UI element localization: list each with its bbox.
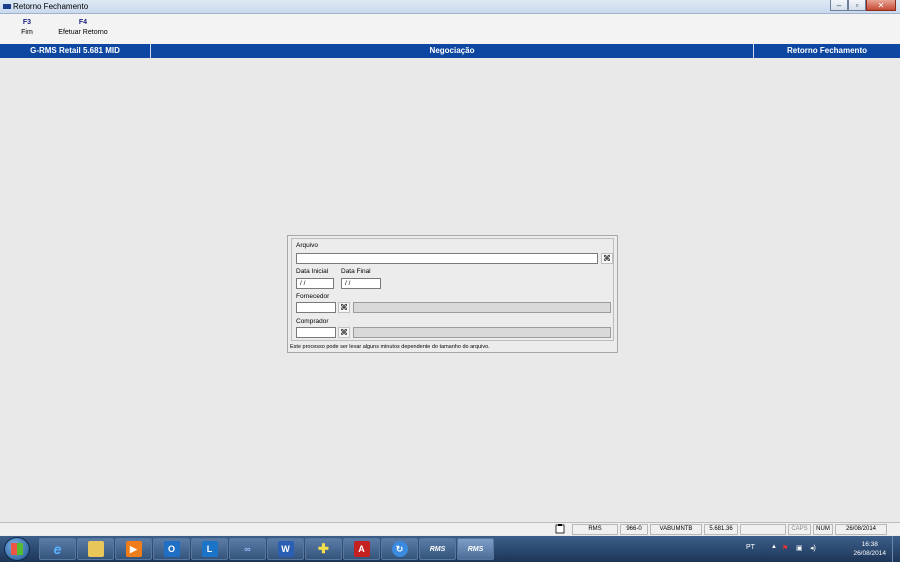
status-bar: RMS 966-0 VABUMNTB 5.681.36 CAPS NUM 26/…	[0, 522, 900, 535]
taskbar-rms-1[interactable]: RMS	[419, 538, 456, 560]
rms-icon: RMS	[467, 545, 484, 553]
app-icon	[3, 4, 11, 9]
fornecedor-label: Fornecedor	[296, 293, 330, 300]
action-center-flag-icon[interactable]: ⚑	[782, 544, 788, 552]
f3-key: F3	[22, 19, 32, 26]
taskbar-rms-2[interactable]: RMS	[457, 538, 494, 560]
arquivo-browse-binoculars-icon[interactable]: ⌘	[601, 253, 613, 264]
network-icon[interactable]: ▣	[796, 544, 803, 552]
close-button[interactable]: ✕	[866, 0, 896, 11]
arquivo-input[interactable]	[296, 253, 598, 264]
status-system: RMS	[572, 524, 618, 535]
restore-button[interactable]: ▫	[848, 0, 866, 11]
comprador-code-input[interactable]	[296, 327, 336, 338]
plus-app-icon: ✚	[318, 541, 329, 556]
taskbar-media-player[interactable]: ▶	[115, 538, 152, 560]
screen-name: Retorno Fechamento	[786, 46, 867, 55]
taskbar-skype[interactable]: ∞	[229, 538, 266, 560]
status-num: NUM	[813, 524, 833, 535]
taskbar-app-plus[interactable]: ✚	[305, 538, 342, 560]
language-indicator[interactable]: PT	[746, 544, 755, 551]
rms-icon: RMS	[429, 545, 446, 553]
status-code: 966-0	[620, 524, 648, 535]
system-tray: PT ▲ ⚑ ▣ ◂) 16:38 26/08/2014	[740, 536, 900, 562]
comprador-name-field	[353, 327, 611, 338]
window-title: Retorno Fechamento	[13, 2, 89, 11]
status-caps: CAPS	[788, 524, 811, 535]
start-button[interactable]	[4, 537, 30, 561]
comprador-search-binoculars-icon[interactable]: ⌘	[338, 327, 350, 338]
taskbar-internet-explorer[interactable]: e	[39, 538, 76, 560]
f4-efetuar-retorno-button[interactable]: F4 Efetuar Retorno	[55, 19, 111, 36]
taskbar-lync[interactable]: L	[191, 538, 228, 560]
taskbar-file-explorer[interactable]	[77, 538, 114, 560]
outlook-icon: O	[163, 541, 180, 557]
status-version: 5.681.36	[704, 524, 738, 535]
windows-taskbar: e ▶ O L ∞ W ✚ A ↻ RMS RMS PT ▲ ⚑ ▣ ◂) 16…	[0, 536, 900, 562]
f3-label: Fim	[21, 29, 33, 36]
f3-fim-button[interactable]: F3 Fim	[19, 19, 35, 36]
folder-icon	[87, 541, 104, 557]
show-hidden-icons-icon[interactable]: ▲	[771, 544, 777, 550]
clipboard-icon[interactable]	[553, 524, 567, 535]
clock[interactable]: 16:38 26/08/2014	[853, 540, 886, 558]
f4-key: F4	[78, 19, 88, 26]
show-desktop-button[interactable]	[892, 536, 900, 562]
window-title-bar[interactable]: Retorno Fechamento – ▫ ✕	[0, 0, 900, 14]
system-version: G-RMS Retail 5.681 MID	[30, 46, 120, 55]
clock-time: 16:38	[861, 541, 878, 548]
internet-explorer-icon: e	[53, 541, 62, 557]
window-controls: – ▫ ✕	[830, 0, 896, 12]
acrobat-icon: A	[353, 541, 370, 557]
comprador-label: Comprador	[296, 318, 329, 325]
taskbar-outlook[interactable]: O	[153, 538, 190, 560]
meeting-icon: ∞	[244, 544, 251, 554]
status-date: 26/08/2014	[835, 524, 887, 535]
globe-arrow-icon: ↻	[391, 541, 408, 557]
fornecedor-code-input[interactable]	[296, 302, 336, 313]
taskbar-ie-arrow[interactable]: ↻	[381, 538, 418, 560]
arquivo-label: Arquivo	[296, 242, 319, 249]
status-empty	[740, 524, 786, 535]
minimize-button[interactable]: –	[830, 0, 848, 11]
volume-icon[interactable]: ◂)	[810, 544, 816, 552]
module-name: Negociação	[429, 46, 475, 55]
data-inicial-label: Data Inicial	[296, 268, 329, 275]
data-final-input[interactable]: / /	[341, 278, 381, 289]
fornecedor-search-binoculars-icon[interactable]: ⌘	[338, 302, 350, 313]
data-final-label: Data Final	[341, 268, 371, 275]
form-group: Arquivo ⌘ Data Inicial Data Final / / / …	[291, 238, 614, 341]
function-key-toolbar: F3 Fim F4 Efetuar Retorno	[0, 14, 900, 44]
data-inicial-input[interactable]: / /	[296, 278, 334, 289]
module-header-bar: G-RMS Retail 5.681 MID Negociação Retorn…	[0, 44, 900, 58]
taskbar-acrobat[interactable]: A	[343, 538, 380, 560]
windows-logo-icon	[11, 543, 23, 555]
process-note: Este processo pode ser levar alguns minu…	[290, 344, 490, 350]
taskbar-word[interactable]: W	[267, 538, 304, 560]
lync-icon: L	[201, 541, 218, 557]
media-player-icon: ▶	[125, 541, 142, 557]
fornecedor-name-field	[353, 302, 611, 313]
clock-date: 26/08/2014	[853, 550, 886, 557]
f4-label: Efetuar Retorno	[58, 29, 108, 36]
retorno-form-panel: Arquivo ⌘ Data Inicial Data Final / / / …	[287, 235, 618, 353]
word-icon: W	[277, 541, 294, 557]
status-user: VABUMNTB	[650, 524, 702, 535]
